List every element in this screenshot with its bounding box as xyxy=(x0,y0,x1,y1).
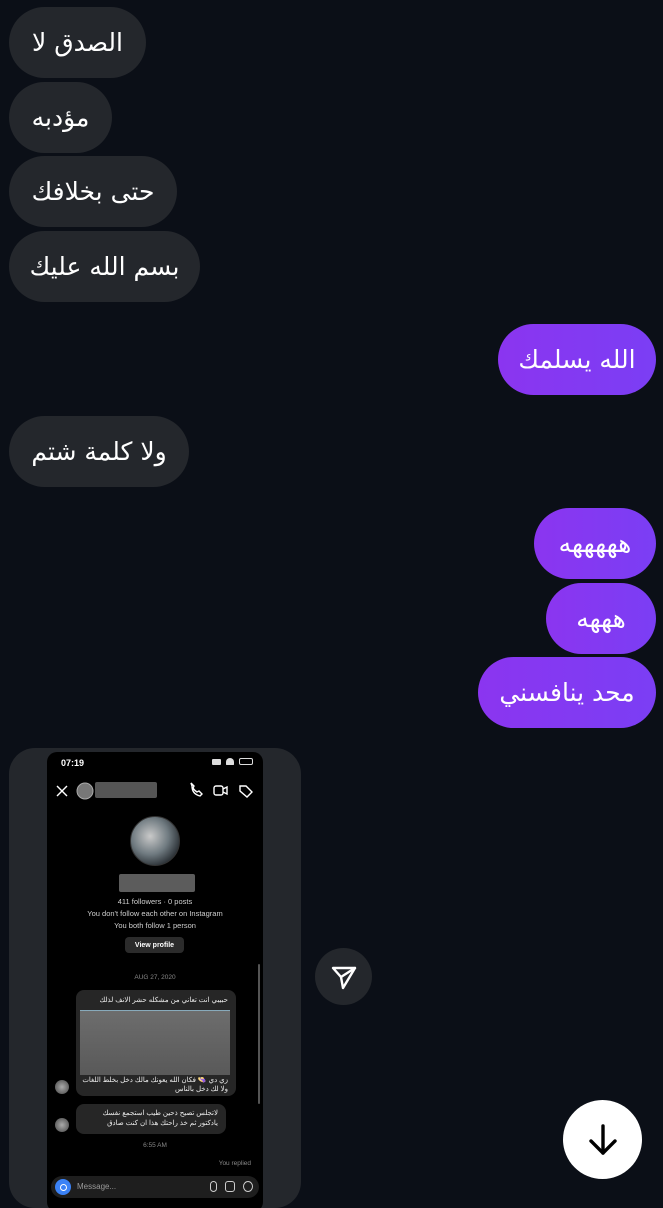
message-text: حبيبي انت تعاني من مشكله حشر الانف لذلك xyxy=(99,997,228,1004)
camera-icon xyxy=(55,1179,71,1195)
message-text: الله يسلمك xyxy=(518,345,636,374)
scroll-indicator xyxy=(258,964,260,1104)
avatar xyxy=(55,1080,69,1094)
status-icons xyxy=(212,758,253,765)
scroll-to-bottom-button[interactable] xyxy=(563,1100,642,1179)
message-bubble-outgoing[interactable]: هههه xyxy=(546,583,656,654)
message-bubble-outgoing[interactable]: هههههه xyxy=(534,508,656,579)
message-text: بسم الله عليك xyxy=(29,252,180,281)
send-triangle-icon xyxy=(331,966,356,989)
message-bubble-outgoing[interactable]: محد ينافسني xyxy=(478,657,656,728)
avatar xyxy=(55,1118,69,1132)
message-input-bar: Message... xyxy=(51,1176,259,1198)
arrow-down-icon xyxy=(588,1123,617,1155)
message-text: ولا كلمة شتم xyxy=(31,437,167,466)
message-text: زي دي 👒 فكان الله يعونك مالك دخل بخلط ال… xyxy=(82,1077,228,1093)
redacted-block xyxy=(80,1010,230,1075)
follow-status-text: You don't follow each other on Instagram xyxy=(87,909,223,918)
plus-icon xyxy=(243,1181,253,1192)
mic-icon xyxy=(210,1181,217,1192)
profile-picture xyxy=(130,816,180,866)
followers-text: 411 followers · 0 posts xyxy=(117,897,193,906)
message-bubble-incoming[interactable]: الصدق لا xyxy=(9,7,146,78)
battery-icon xyxy=(239,758,253,765)
message-bubble-incoming[interactable]: حتى بخلافك xyxy=(9,156,177,227)
message-text: هههه xyxy=(576,604,626,633)
message-text: هههههه xyxy=(558,529,632,558)
gallery-icon xyxy=(225,1181,235,1192)
wifi-icon xyxy=(226,758,234,765)
shared-screenshot-message[interactable]: 07:19 411 followers · 0 posts You don't … xyxy=(9,748,301,1208)
share-button[interactable] xyxy=(315,948,372,1005)
screenshot-message-1: حبيبي انت تعاني من مشكله حشر الانف لذلك … xyxy=(76,990,236,1096)
message-text: الصدق لا xyxy=(32,28,123,57)
message-text: حتى بخلافك xyxy=(31,177,155,206)
mutual-follow-text: You both follow 1 person xyxy=(114,921,196,930)
name-redacted xyxy=(119,874,195,892)
message-bubble-incoming[interactable]: ولا كلمة شتم xyxy=(9,416,189,487)
status-time: 07:19 xyxy=(61,758,85,768)
input-icons xyxy=(210,1181,253,1192)
username-redacted xyxy=(95,782,157,798)
message-text: مؤدبه xyxy=(31,103,90,132)
signal-icon xyxy=(212,759,221,765)
view-profile-button: View profile xyxy=(125,937,184,953)
chat-date: AUG 27, 2020 xyxy=(134,974,176,981)
message-bubble-incoming[interactable]: مؤدبه xyxy=(9,82,112,153)
screenshot-message-2: لاتجلس تصيح ذحين طيب استجمع نفسك يادكتور… xyxy=(76,1104,226,1134)
screenshot-image: 07:19 411 followers · 0 posts You don't … xyxy=(47,752,263,1208)
replied-label: You replied xyxy=(218,1160,251,1167)
message-bubble-incoming[interactable]: بسم الله عليك xyxy=(9,231,200,302)
message-text: لاتجلس تصيح ذحين طيب استجمع نفسك يادكتور… xyxy=(102,1110,218,1127)
message-text: محد ينافسني xyxy=(499,678,635,707)
message-time: 6:55 AM xyxy=(143,1142,167,1149)
status-bar: 07:19 xyxy=(47,752,263,774)
message-placeholder: Message... xyxy=(77,1182,117,1191)
message-bubble-outgoing[interactable]: الله يسلمك xyxy=(498,324,656,395)
